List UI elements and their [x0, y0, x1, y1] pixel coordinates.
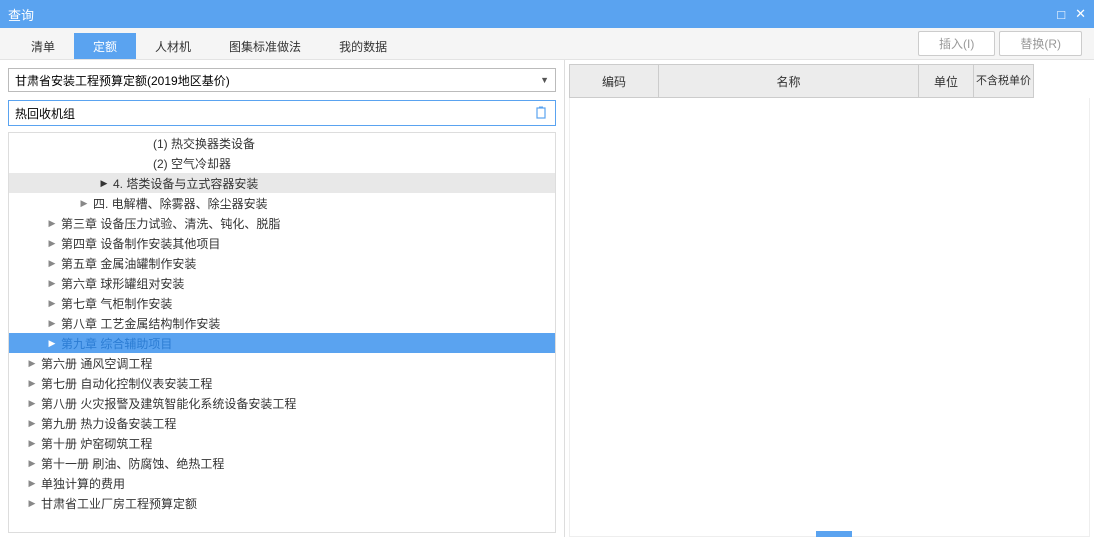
resize-handle[interactable]	[816, 531, 852, 537]
caret-icon: ▶	[47, 338, 57, 349]
toolbar: 清单 定额 人材机 图集标准做法 我的数据 插入(I) 替换(R)	[0, 28, 1094, 60]
tree-item[interactable]: ▶ 四. 电解槽、除雾器、除尘器安装	[9, 193, 555, 213]
chevron-down-icon: ▼	[540, 75, 549, 85]
tab-labor[interactable]: 人材机	[136, 33, 210, 59]
tree-item[interactable]: ▶ 单独计算的费用	[9, 473, 555, 493]
tree-item-label: (2) 空气冷却器	[153, 155, 231, 172]
caret-icon: ▶	[27, 398, 37, 409]
tree-item-label: 第七册 自动化控制仪表安装工程	[41, 375, 212, 392]
insert-button[interactable]: 插入(I)	[918, 31, 995, 56]
tree-item-label: 第三章 设备压力试验、清洗、钝化、脱脂	[61, 215, 280, 232]
tab-atlas[interactable]: 图集标准做法	[210, 33, 320, 59]
grid-column-header[interactable]: 名称	[659, 64, 919, 98]
tree-item-label: 第九册 热力设备安装工程	[41, 415, 176, 432]
caret-icon: ▶	[27, 378, 37, 389]
tree-item-label: 四. 电解槽、除雾器、除尘器安装	[93, 195, 268, 212]
tree-item-label: 甘肃省工业厂房工程预算定额	[41, 495, 197, 512]
tree-item[interactable]: (1) 热交换器类设备	[9, 133, 555, 153]
grid-column-header[interactable]: 编码	[569, 64, 659, 98]
tree-item[interactable]: (2) 空气冷却器	[9, 153, 555, 173]
window-title: 查询	[8, 5, 34, 24]
right-panel: 编码名称单位不含税单价	[565, 60, 1094, 537]
caret-icon: ▶	[27, 358, 37, 369]
tree-item[interactable]: ▶ 第四章 设备制作安装其他项目	[9, 233, 555, 253]
tree-view[interactable]: (1) 热交换器类设备 (2) 空气冷却器 ▶ 4. 塔类设备与立式容器安装 ▶ 四. 电…	[8, 132, 556, 533]
title-bar: 查询 □ ✕	[0, 0, 1094, 28]
caret-icon: ▶	[79, 198, 89, 209]
tree-item-label: 第六章 球形罐组对安装	[61, 275, 184, 292]
caret-icon: ▶	[47, 258, 57, 269]
tree-item-label: 第十一册 刷油、防腐蚀、绝热工程	[41, 455, 224, 472]
search-row	[8, 100, 556, 126]
tab-quota[interactable]: 定额	[74, 33, 136, 59]
tab-bar: 清单 定额 人材机 图集标准做法 我的数据	[12, 28, 406, 59]
grid-column-header[interactable]: 不含税单价	[974, 64, 1034, 98]
tree-item[interactable]: ▶ 第八册 火灾报警及建筑智能化系统设备安装工程	[9, 393, 555, 413]
tree-item-label: 第八册 火灾报警及建筑智能化系统设备安装工程	[41, 395, 296, 412]
maximize-icon[interactable]: □	[1057, 7, 1065, 22]
tree-item[interactable]: ▶ 4. 塔类设备与立式容器安装	[9, 173, 555, 193]
dropdown-value: 甘肃省安装工程预算定额(2019地区基价)	[15, 72, 230, 89]
clipboard-icon[interactable]	[533, 105, 549, 121]
tree-item-label: 第七章 气柜制作安装	[61, 295, 172, 312]
quota-dropdown[interactable]: 甘肃省安装工程预算定额(2019地区基价) ▼	[8, 68, 556, 92]
tab-list[interactable]: 清单	[12, 33, 74, 59]
tree-item[interactable]: ▶ 第八章 工艺金属结构制作安装	[9, 313, 555, 333]
caret-icon: ▶	[27, 438, 37, 449]
grid-header: 编码名称单位不含税单价	[569, 64, 1090, 98]
content: 甘肃省安装工程预算定额(2019地区基价) ▼ (1) 热交换器类设备 (2) 空…	[0, 60, 1094, 537]
tree-item[interactable]: ▶ 第十册 炉窑砌筑工程	[9, 433, 555, 453]
tree-item-label: 第六册 通风空调工程	[41, 355, 152, 372]
toolbar-buttons: 插入(I) 替换(R)	[918, 31, 1082, 59]
tree-item[interactable]: ▶ 第七章 气柜制作安装	[9, 293, 555, 313]
caret-icon: ▶	[47, 238, 57, 249]
caret-icon: ▶	[47, 298, 57, 309]
tree-item-label: (1) 热交换器类设备	[153, 135, 255, 152]
tree-item[interactable]: ▶ 甘肃省工业厂房工程预算定额	[9, 493, 555, 513]
tree-item-label: 第八章 工艺金属结构制作安装	[61, 315, 220, 332]
replace-button[interactable]: 替换(R)	[999, 31, 1082, 56]
tree-item-label: 单独计算的费用	[41, 475, 125, 492]
tree-item-label: 第五章 金属油罐制作安装	[61, 255, 196, 272]
caret-icon: ▶	[99, 178, 109, 189]
search-box	[8, 100, 556, 126]
tree-item-label: 第四章 设备制作安装其他项目	[61, 235, 220, 252]
tree-item-label: 第十册 炉窑砌筑工程	[41, 435, 152, 452]
tree-item[interactable]: ▶ 第九册 热力设备安装工程	[9, 413, 555, 433]
tree-item-label: 4. 塔类设备与立式容器安装	[113, 175, 258, 192]
caret-icon: ▶	[47, 318, 57, 329]
tree-item-label: 第九章 综合辅助项目	[61, 335, 172, 352]
caret-icon: ▶	[27, 418, 37, 429]
close-icon[interactable]: ✕	[1075, 6, 1086, 22]
search-input[interactable]	[15, 106, 533, 120]
tree-item[interactable]: ▶ 第七册 自动化控制仪表安装工程	[9, 373, 555, 393]
tab-mydata[interactable]: 我的数据	[320, 33, 406, 59]
grid-body[interactable]	[569, 98, 1090, 537]
caret-icon: ▶	[27, 498, 37, 509]
left-panel: 甘肃省安装工程预算定额(2019地区基价) ▼ (1) 热交换器类设备 (2) 空…	[0, 60, 565, 537]
tree-item[interactable]: ▶ 第三章 设备压力试验、清洗、钝化、脱脂	[9, 213, 555, 233]
tree-item[interactable]: ▶ 第十一册 刷油、防腐蚀、绝热工程	[9, 453, 555, 473]
caret-icon: ▶	[47, 278, 57, 289]
grid-column-header[interactable]: 单位	[919, 64, 974, 98]
caret-icon: ▶	[47, 218, 57, 229]
caret-icon: ▶	[27, 458, 37, 469]
caret-icon: ▶	[27, 478, 37, 489]
window-controls: □ ✕	[1057, 6, 1086, 22]
tree-item[interactable]: ▶ 第九章 综合辅助项目	[9, 333, 555, 353]
tree-item[interactable]: ▶ 第六册 通风空调工程	[9, 353, 555, 373]
tree-item[interactable]: ▶ 第六章 球形罐组对安装	[9, 273, 555, 293]
tree-item[interactable]: ▶ 第五章 金属油罐制作安装	[9, 253, 555, 273]
